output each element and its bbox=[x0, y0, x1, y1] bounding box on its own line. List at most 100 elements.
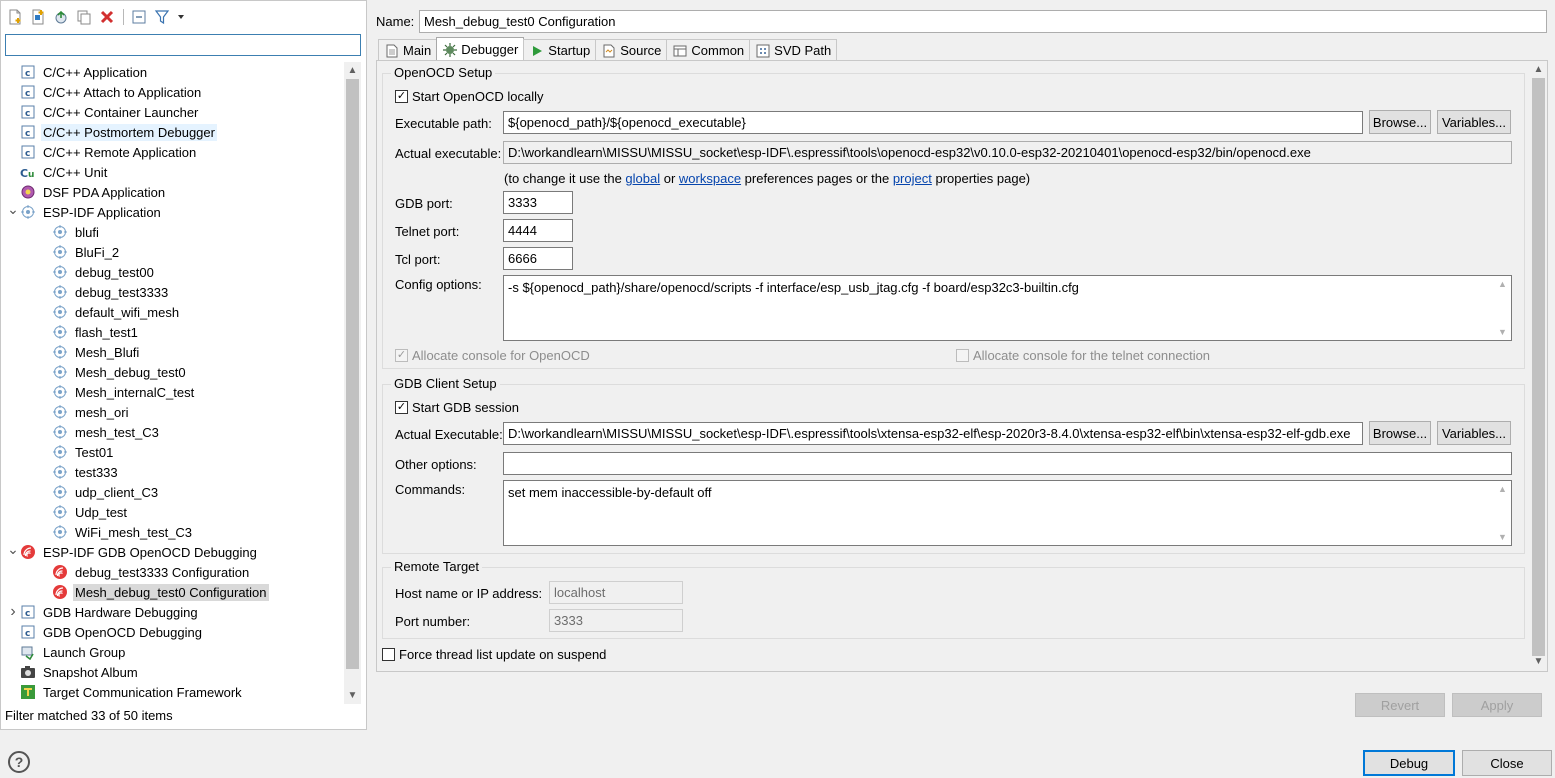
openocd-browse-button[interactable]: Browse... bbox=[1369, 110, 1431, 134]
tree-item[interactable]: BluFi_2 bbox=[38, 242, 121, 262]
tab-main[interactable]: Main bbox=[378, 39, 438, 61]
tab-common[interactable]: Common bbox=[666, 39, 751, 61]
debug-button[interactable]: Debug bbox=[1363, 750, 1455, 776]
commands-textarea[interactable]: set mem inaccessible-by-default off ▲ ▼ bbox=[503, 480, 1512, 546]
chevron-down-icon[interactable]: ⌄ bbox=[6, 201, 20, 217]
tree-item[interactable]: blufi bbox=[38, 222, 101, 242]
tab-debugger[interactable]: Debugger bbox=[436, 37, 525, 61]
tab-startup[interactable]: Startup bbox=[523, 39, 597, 61]
tree-item[interactable]: test333 bbox=[38, 462, 120, 482]
target-icon bbox=[52, 404, 68, 420]
target-icon bbox=[52, 464, 68, 480]
tree-item[interactable]: ⌄ ESP-IDF Application bbox=[6, 201, 163, 222]
tree-item[interactable]: udp_client_C3 bbox=[38, 482, 160, 502]
openocd-variables-button[interactable]: Variables... bbox=[1437, 110, 1511, 134]
gdb-executable-input[interactable]: D:\workandlearn\MISSU\MISSU_socket\esp-I… bbox=[503, 422, 1363, 445]
telnet-port-input[interactable]: 4444 bbox=[503, 219, 573, 242]
start-openocd-checkbox[interactable]: ✓ Start OpenOCD locally bbox=[395, 89, 544, 104]
tab-source[interactable]: Source bbox=[595, 39, 668, 61]
tree-item[interactable]: Mesh_debug_test0 bbox=[38, 362, 188, 382]
tree-item[interactable]: Snapshot Album bbox=[6, 662, 140, 682]
other-options-input[interactable] bbox=[503, 452, 1512, 475]
scroll-down-chevron-icon[interactable]: ▼ bbox=[344, 687, 361, 704]
revert-button[interactable]: Revert bbox=[1355, 693, 1445, 717]
config-name-input[interactable]: Mesh_debug_test0 Configuration bbox=[419, 10, 1547, 33]
tree-item-label: debug_test00 bbox=[75, 264, 154, 280]
filter-menu-chevron-down-icon[interactable] bbox=[174, 7, 188, 27]
apply-button[interactable]: Apply bbox=[1452, 693, 1542, 717]
tree-item-label: Mesh_debug_test0 Configuration bbox=[73, 583, 269, 601]
global-preferences-link[interactable]: global bbox=[625, 171, 660, 186]
project-properties-link[interactable]: project bbox=[893, 171, 932, 186]
filter-icon[interactable] bbox=[151, 7, 173, 27]
tree-item[interactable]: c C/C++ Application bbox=[6, 62, 149, 82]
executable-path-input[interactable]: ${openocd_path}/${openocd_executable} bbox=[503, 111, 1363, 134]
tree-item[interactable]: mesh_test_C3 bbox=[38, 422, 161, 442]
tree-item[interactable]: mesh_ori bbox=[38, 402, 130, 422]
tree-item[interactable]: Mesh_debug_test0 Configuration bbox=[38, 582, 269, 602]
port-number-input[interactable]: 3333 bbox=[549, 609, 683, 632]
export-config-icon[interactable] bbox=[50, 7, 72, 27]
tree-item[interactable]: c C/C++ Postmortem Debugger bbox=[6, 122, 217, 142]
tree-item[interactable]: Mesh_internalC_test bbox=[38, 382, 196, 402]
scroll-up-chevron-icon[interactable]: ▲ bbox=[1530, 61, 1547, 78]
document-icon bbox=[384, 43, 400, 59]
scrollbar-thumb[interactable] bbox=[1532, 78, 1545, 656]
tree-item[interactable]: Cu C/C++ Unit bbox=[6, 162, 109, 182]
tcl-port-input[interactable]: 6666 bbox=[503, 247, 573, 270]
scrollbar-thumb[interactable] bbox=[346, 79, 359, 669]
gdb-browse-button[interactable]: Browse... bbox=[1369, 421, 1431, 445]
tree-item[interactable]: Mesh_Blufi bbox=[38, 342, 141, 362]
panel-scrollbar[interactable]: ▲ ▼ bbox=[1530, 61, 1547, 670]
tree-item[interactable]: Target Communication Framework bbox=[6, 682, 244, 702]
tab-svd-path[interactable]: SVD Path bbox=[749, 39, 838, 61]
scroll-up-chevron-icon[interactable]: ▲ bbox=[344, 62, 361, 79]
tree-item[interactable]: debug_test3333 Configuration bbox=[38, 562, 251, 582]
help-icon[interactable]: ? bbox=[8, 751, 30, 773]
new-config-icon[interactable] bbox=[4, 7, 26, 27]
tree-item[interactable]: flash_test1 bbox=[38, 322, 140, 342]
chevron-down-icon[interactable]: ⌄ bbox=[6, 541, 20, 557]
start-gdb-session-checkbox[interactable]: ✓ Start GDB session bbox=[395, 400, 519, 415]
gdb-port-input[interactable]: 3333 bbox=[503, 191, 573, 214]
tree-item[interactable]: debug_test00 bbox=[38, 262, 156, 282]
delete-config-icon[interactable] bbox=[96, 7, 118, 27]
config-tabs: Main Debugger Startup Source Common SVD Path bbox=[378, 37, 838, 61]
tree-item[interactable]: DSF PDA Application bbox=[6, 182, 167, 202]
scroll-down-chevron-icon[interactable]: ▼ bbox=[1530, 653, 1547, 670]
close-button[interactable]: Close bbox=[1462, 750, 1552, 776]
tree-item-label: GDB OpenOCD Debugging bbox=[43, 624, 202, 640]
tree-item[interactable]: ⌄ ESP-IDF GDB OpenOCD Debugging bbox=[6, 541, 259, 562]
tree-item[interactable]: debug_test3333 bbox=[38, 282, 170, 302]
workspace-preferences-link[interactable]: workspace bbox=[679, 171, 741, 186]
allocate-openocd-console-checkbox[interactable]: ✓ Allocate console for OpenOCD bbox=[395, 348, 590, 363]
tree-item[interactable]: Launch Group bbox=[6, 642, 127, 662]
allocate-telnet-console-checkbox[interactable]: Allocate console for the telnet connecti… bbox=[956, 348, 1210, 363]
tree-item[interactable]: Udp_test bbox=[38, 502, 129, 522]
tree-item[interactable]: default_wifi_mesh bbox=[38, 302, 181, 322]
tree-item[interactable]: WiFi_mesh_test_C3 bbox=[38, 522, 194, 542]
tree-item[interactable]: › c GDB Hardware Debugging bbox=[6, 602, 200, 622]
new-prototype-icon[interactable] bbox=[27, 7, 49, 27]
camera-icon bbox=[20, 664, 36, 680]
collapse-all-icon[interactable] bbox=[128, 7, 150, 27]
textarea-scrollbar[interactable]: ▲ ▼ bbox=[1497, 481, 1509, 545]
tree-item[interactable]: c C/C++ Container Launcher bbox=[6, 102, 200, 122]
tree-item[interactable]: Test01 bbox=[38, 442, 115, 462]
gdb-variables-button[interactable]: Variables... bbox=[1437, 421, 1511, 445]
remote-target-legend: Remote Target bbox=[391, 559, 483, 574]
bug-icon bbox=[442, 42, 458, 58]
host-name-input[interactable]: localhost bbox=[549, 581, 683, 604]
tcl-port-label: Tcl port: bbox=[395, 252, 441, 267]
tree-scrollbar[interactable]: ▲ ▼ bbox=[344, 62, 361, 704]
config-options-textarea[interactable]: -s ${openocd_path}/share/openocd/scripts… bbox=[503, 275, 1512, 341]
duplicate-config-icon[interactable] bbox=[73, 7, 95, 27]
chevron-right-icon[interactable]: › bbox=[6, 603, 20, 620]
tree-item[interactable]: c C/C++ Attach to Application bbox=[6, 82, 203, 102]
tree-item[interactable]: c C/C++ Remote Application bbox=[6, 142, 198, 162]
textarea-scrollbar[interactable]: ▲ ▼ bbox=[1497, 276, 1509, 340]
force-thread-update-checkbox[interactable]: Force thread list update on suspend bbox=[382, 647, 606, 662]
tree-item[interactable]: c GDB OpenOCD Debugging bbox=[6, 622, 204, 642]
filter-input[interactable] bbox=[5, 34, 361, 56]
